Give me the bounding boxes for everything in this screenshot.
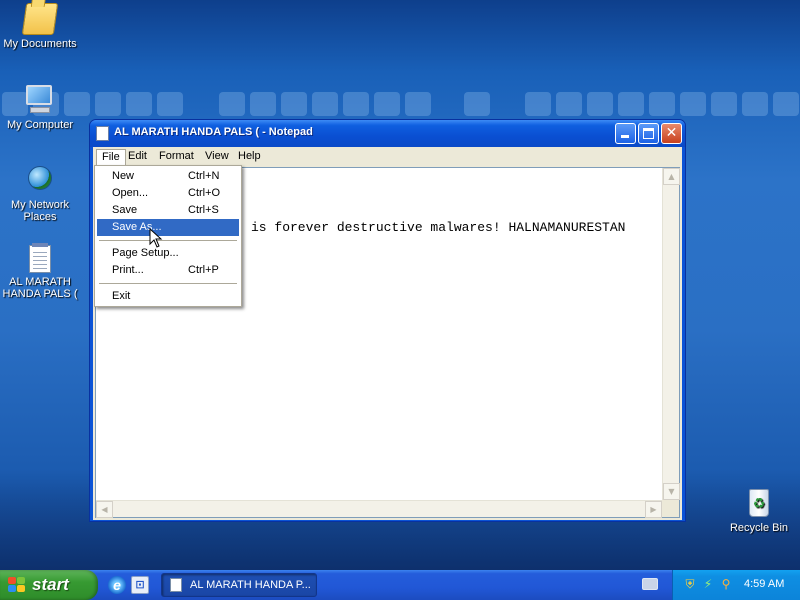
start-button[interactable]: start xyxy=(0,570,98,600)
arrow-down-icon: ▼ xyxy=(668,487,675,496)
notepad-icon xyxy=(96,126,109,141)
menu-help[interactable]: Help xyxy=(233,149,266,165)
system-tray: ⛨ ⚡ ⚲ 4:59 AM xyxy=(672,570,800,600)
vertical-scrollbar[interactable]: ▲ ▼ xyxy=(662,168,680,500)
menu-item-page-setup[interactable]: Page Setup... xyxy=(97,245,239,262)
notepad-file-icon xyxy=(29,243,51,273)
security-shield-icon[interactable]: ⛨ xyxy=(683,577,697,592)
menu-item-label: Page Setup... xyxy=(112,247,179,259)
scroll-left-button[interactable]: ◀ xyxy=(96,501,113,518)
menu-edit[interactable]: Edit xyxy=(123,149,152,165)
search-icon[interactable]: ⚲ xyxy=(719,577,733,592)
menu-separator xyxy=(99,283,237,284)
minimize-button[interactable] xyxy=(615,123,636,144)
windows-logo-icon xyxy=(8,577,26,593)
taskbar: start e ⊡ AL MARATH HANDA P... ⛨ ⚡ ⚲ 4:5… xyxy=(0,570,800,600)
maximize-button[interactable] xyxy=(638,123,659,144)
desktop-icon-recycle-bin[interactable]: ♻ Recycle Bin xyxy=(719,487,799,534)
desktop-icon-label: My Computer xyxy=(6,119,74,131)
maximize-icon xyxy=(643,128,654,139)
menu-item-label: Print... xyxy=(112,264,144,276)
taskbar-button-label: AL MARATH HANDA P... xyxy=(190,579,311,591)
menu-item-exit[interactable]: Exit xyxy=(97,288,239,305)
desktop-icon-label: My Network Places xyxy=(10,199,70,223)
menu-item-label: New xyxy=(112,170,135,182)
horizontal-scrollbar[interactable]: ◀ ▶ xyxy=(96,500,662,518)
clock[interactable]: 4:59 AM xyxy=(744,578,784,590)
taskbar-button-notepad[interactable]: AL MARATH HANDA P... xyxy=(161,573,317,597)
menu-item-shortcut: Ctrl+P xyxy=(188,264,219,276)
file-menu-dropdown: New Ctrl+N Open... Ctrl+O Save Ctrl+S Sa… xyxy=(94,165,242,307)
menu-item-shortcut: Ctrl+O xyxy=(188,187,221,199)
scroll-down-button[interactable]: ▼ xyxy=(663,483,680,500)
scrollbar-corner xyxy=(662,500,679,517)
desktop-icon-my-computer[interactable]: My Computer xyxy=(0,84,80,131)
desktop-icon-my-documents[interactable]: My Documents xyxy=(0,3,80,50)
network-status-icon[interactable]: ⚡ xyxy=(701,577,715,592)
recycle-bin-icon: ♻ xyxy=(743,487,775,519)
desktop-icon-label: Recycle Bin xyxy=(729,522,789,534)
mouse-pointer-icon xyxy=(149,228,163,248)
menu-item-label: Save xyxy=(112,204,138,216)
arrow-right-icon: ▶ xyxy=(650,505,657,514)
close-icon: ✕ xyxy=(665,125,678,141)
menu-item-label: Open... xyxy=(112,187,149,199)
start-label: start xyxy=(32,575,69,594)
menu-view[interactable]: View xyxy=(200,149,234,165)
arrow-left-icon: ◀ xyxy=(101,505,108,514)
desktop-icon-label: AL MARATH HANDA PALS ( xyxy=(2,276,78,300)
menu-format[interactable]: Format xyxy=(154,149,199,165)
close-button[interactable]: ✕ xyxy=(661,123,682,144)
desktop-wallpaper-tiles xyxy=(0,92,800,116)
menu-item-save[interactable]: Save Ctrl+S xyxy=(97,202,239,219)
menu-item-save-as[interactable]: Save As... xyxy=(97,219,239,236)
desktop-icon-label: My Documents xyxy=(3,38,77,50)
desktop-icon-notepad-file[interactable]: AL MARATH HANDA PALS ( xyxy=(0,243,80,300)
internet-explorer-icon[interactable]: e xyxy=(108,576,126,594)
computer-icon xyxy=(24,84,56,116)
menu-item-print[interactable]: Print... Ctrl+P xyxy=(97,262,239,279)
menu-bar: File Edit Format View Help xyxy=(93,147,682,167)
menu-item-open[interactable]: Open... Ctrl+O xyxy=(97,185,239,202)
title-bar[interactable]: AL MARATH HANDA PALS ( - Notepad ✕ xyxy=(90,120,685,147)
arrow-up-icon: ▲ xyxy=(668,172,675,181)
notepad-icon xyxy=(170,578,182,592)
editor-content: is forever destructive malwares! HALNAMA… xyxy=(251,220,626,235)
menu-item-shortcut: Ctrl+N xyxy=(188,170,220,182)
menu-item-new[interactable]: New Ctrl+N xyxy=(97,168,239,185)
keyboard-icon[interactable] xyxy=(642,578,658,590)
scroll-up-button[interactable]: ▲ xyxy=(663,168,680,185)
scroll-right-button[interactable]: ▶ xyxy=(645,501,662,518)
network-icon xyxy=(24,164,56,196)
folder-icon xyxy=(21,3,59,35)
minimize-icon xyxy=(621,135,629,138)
desktop-icon-my-network-places[interactable]: My Network Places xyxy=(0,164,80,223)
menu-item-label: Exit xyxy=(112,290,131,302)
window-title: AL MARATH HANDA PALS ( - Notepad xyxy=(114,126,313,138)
menu-separator xyxy=(99,240,237,241)
menu-item-shortcut: Ctrl+S xyxy=(188,204,219,216)
menu-file[interactable]: File xyxy=(96,149,126,165)
show-desktop-icon[interactable]: ⊡ xyxy=(131,576,149,594)
